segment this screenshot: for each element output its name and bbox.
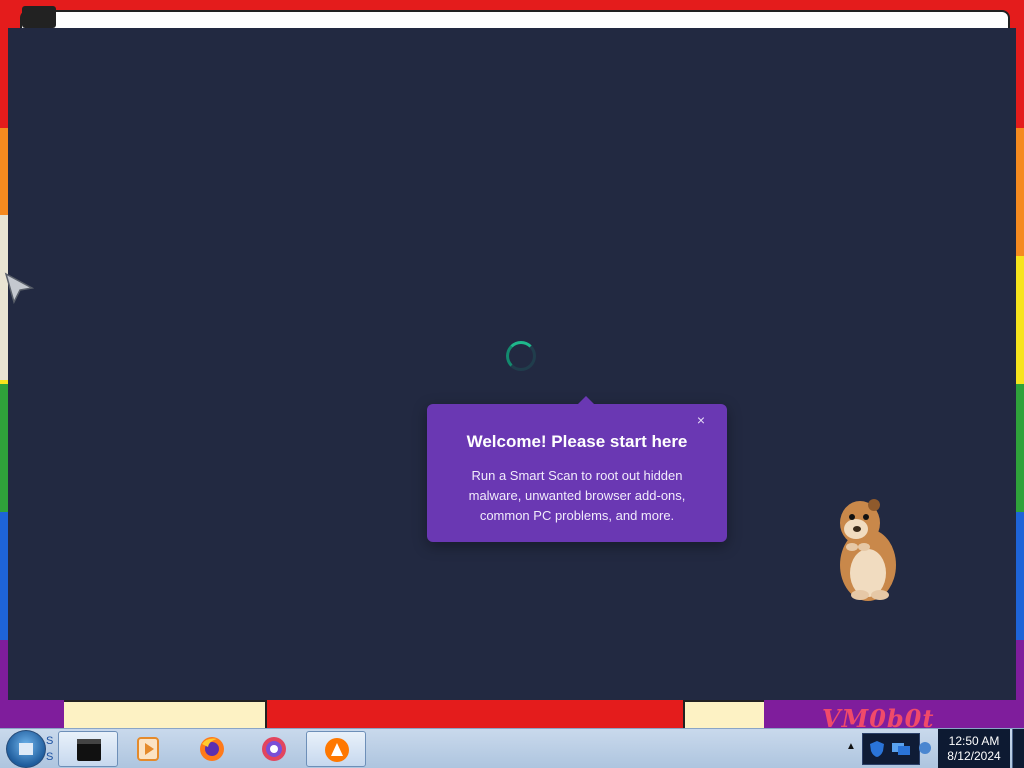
clock-date: 8/12/2024	[947, 749, 1001, 763]
close-icon[interactable]: ×	[693, 412, 709, 428]
taskbar-item-terminal[interactable]	[58, 731, 118, 767]
wallpaper-cartoon-red	[265, 700, 685, 728]
windows-logo-icon	[19, 743, 33, 755]
taskbar-truncated-label: S S	[46, 735, 54, 763]
popup-pointer	[577, 396, 595, 405]
firefox-icon	[200, 737, 224, 761]
start-button[interactable]	[6, 730, 46, 768]
browser-icon	[262, 737, 286, 761]
taskbar-item-avast[interactable]	[306, 731, 366, 767]
shield-icon[interactable]	[869, 740, 885, 758]
taskbar-clock[interactable]: 12:50 AM 8/12/2024	[938, 729, 1010, 768]
welcome-popup: × Welcome! Please start here Run a Smart…	[427, 396, 727, 542]
taskbar-item-media-player[interactable]	[118, 731, 178, 767]
popup-title: Welcome! Please start here	[466, 432, 688, 451]
popup-body: Run a Smart Scan to root out hidden malw…	[468, 468, 686, 523]
taskbar-item-browser[interactable]	[244, 731, 304, 767]
clock-time: 12:50 AM	[948, 734, 1000, 748]
wallpaper-drawing	[20, 10, 1010, 28]
volume-icon[interactable]	[918, 739, 932, 757]
network-icon[interactable]	[891, 742, 911, 756]
mouse-cursor-icon	[4, 272, 34, 304]
terminal-app-icon	[77, 739, 101, 761]
tray-icons	[862, 733, 920, 765]
desktop-icon[interactable]	[22, 6, 56, 28]
loading-spinner-icon	[506, 341, 536, 371]
tray-expand-icon[interactable]: ▲	[846, 741, 856, 752]
taskbar: S S ▲ 12:50 AM 8/12/2024	[0, 728, 1024, 768]
avast-app-icon	[325, 738, 349, 762]
taskbar-item-firefox[interactable]	[182, 731, 242, 767]
show-desktop-button[interactable]	[1012, 729, 1024, 768]
watermark-logo: VM0b0t	[822, 704, 935, 728]
media-player-icon	[137, 737, 159, 761]
hamster-pet-icon[interactable]	[830, 495, 900, 603]
